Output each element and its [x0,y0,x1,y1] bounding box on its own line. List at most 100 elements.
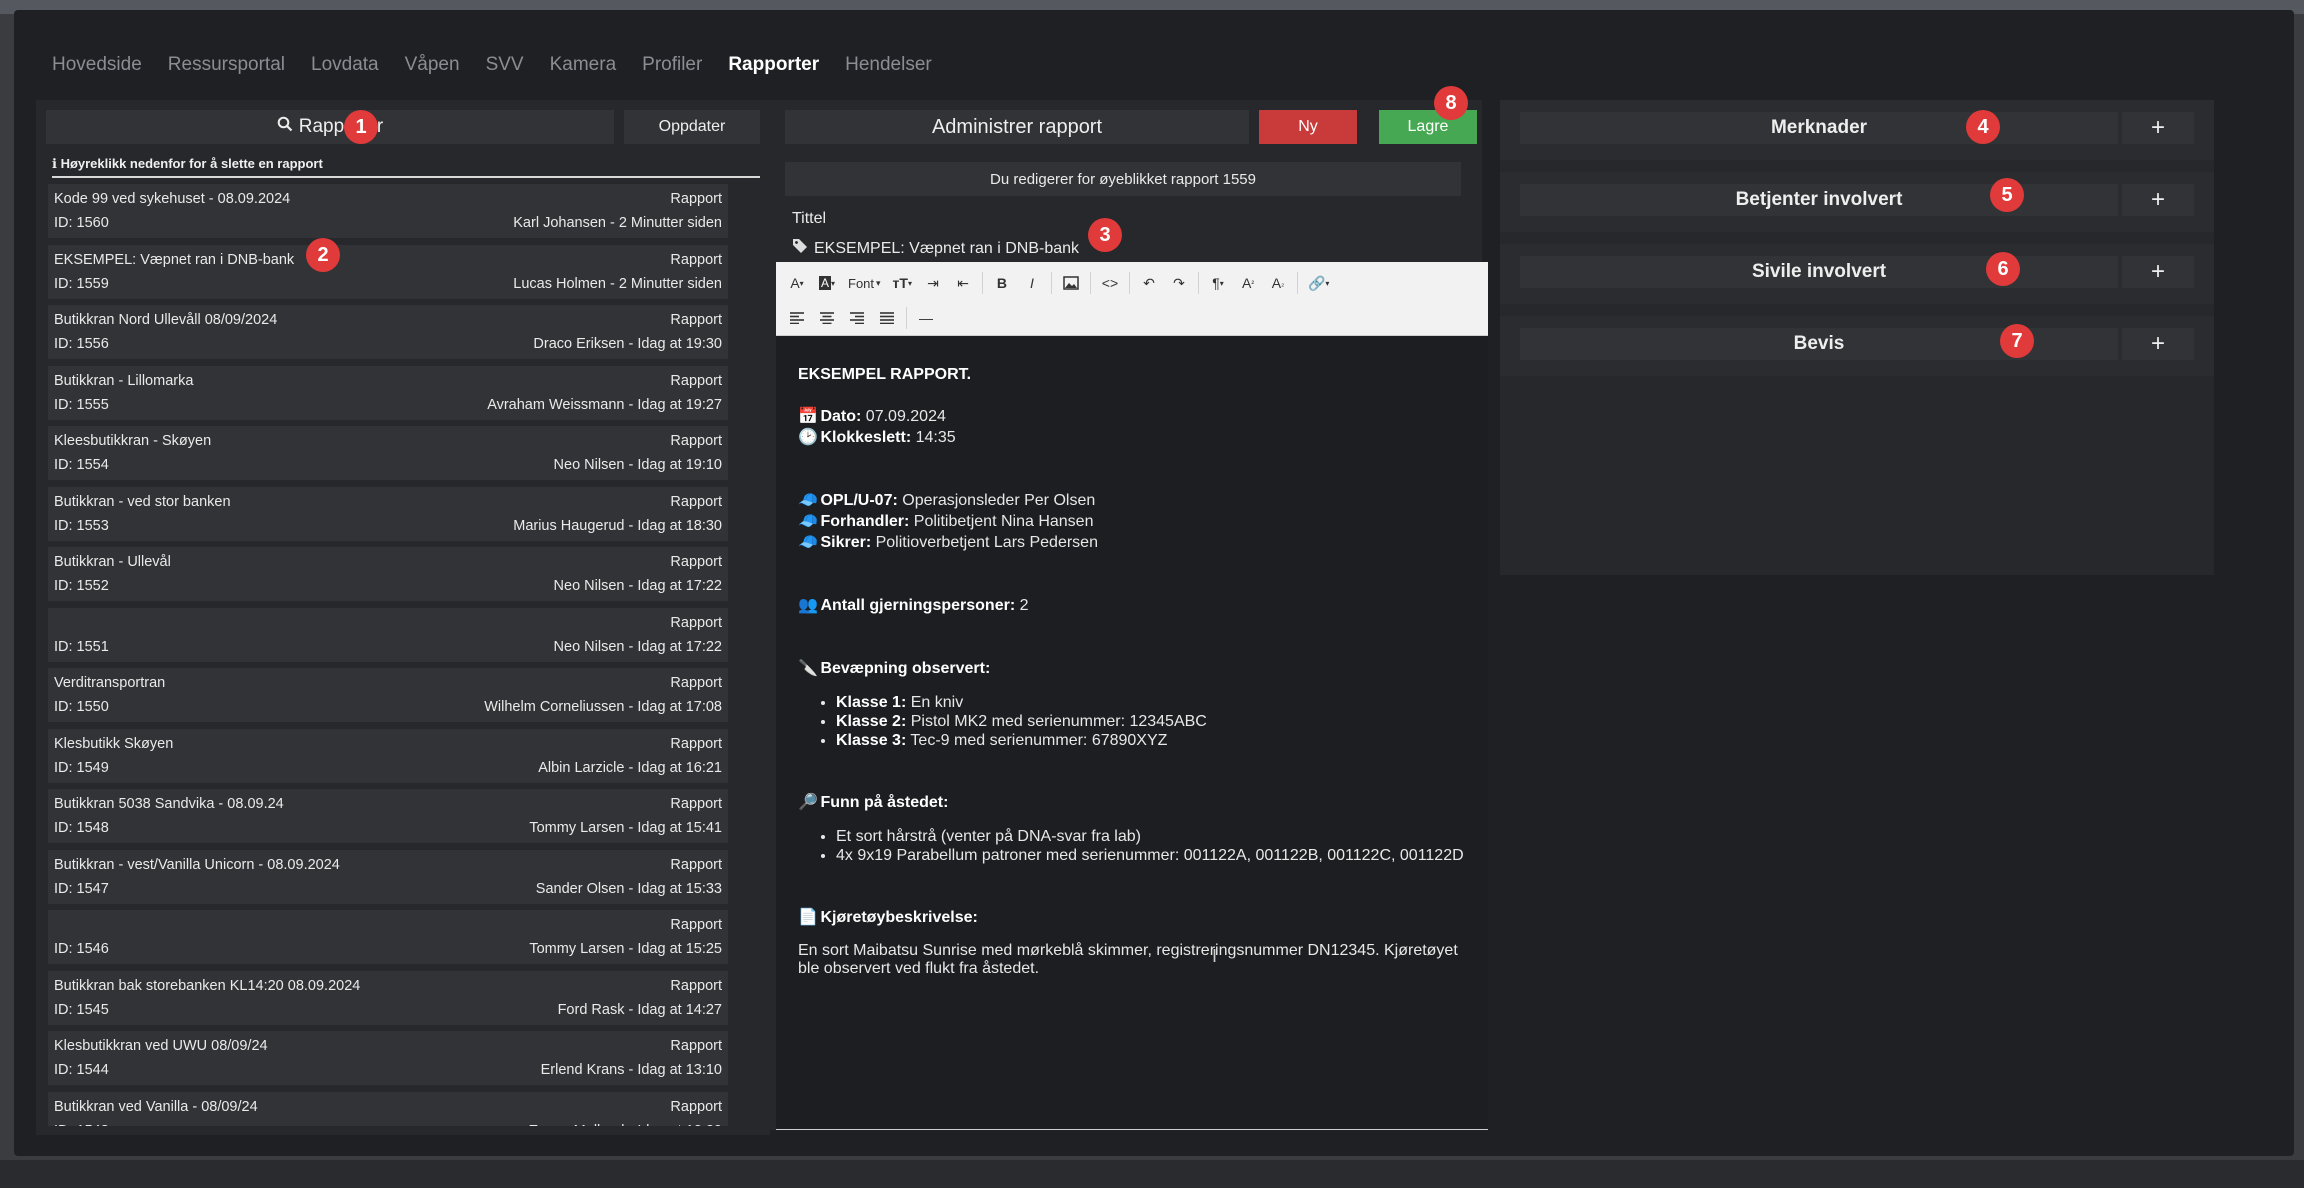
badge-6: 6 [1986,252,2020,286]
report-list-item[interactable]: Rapport ID: 1546 Tommy Larsen - Idag at 15… [48,910,728,964]
align-justify-icon[interactable] [872,303,902,333]
report-list-item[interactable]: Klesbutikkran ved UWU 08/09/24 Rapport ID:… [48,1031,728,1085]
badge-2: 2 [306,238,340,272]
bold-icon[interactable]: B [987,268,1017,298]
align-left-icon[interactable] [782,303,812,333]
list-item: 4x 9x19 Parabellum patroner med serienum… [836,846,1466,865]
align-right-icon[interactable] [842,303,872,333]
italic-icon[interactable]: I [1017,268,1047,298]
outdent-icon[interactable]: ⇤ [948,268,978,298]
reports-list-panel: Rapporter Oppdater ℹ Høyreklikk nedenfor… [36,100,770,1135]
section-merknader: Merknader + [1500,100,2214,160]
vehicle-heading: 📄 Kjøretøybeskrivelse: [798,909,978,926]
badge-8: 8 [1434,86,1468,120]
superscript-icon[interactable]: A² [1233,268,1263,298]
police-cap-icon: 🧢 [798,492,818,509]
report-list-item[interactable]: Rapport ID: 1551 Neo Nilsen - Idag at 17:2… [48,607,728,662]
tab-hovedside[interactable]: Hovedside [52,54,142,76]
horizontal-rule-icon[interactable]: — [911,303,941,333]
badge-1: 1 [344,110,378,144]
report-heading: EKSEMPEL RAPPORT. [798,366,972,383]
indent-icon[interactable]: ⇥ [918,268,948,298]
title-field[interactable]: EKSEMPEL: Væpnet ran i DNB-bank [792,238,1079,259]
report-id: ID: 1547 [54,880,109,897]
report-id: ID: 1548 [54,820,109,836]
link-icon[interactable]: 🔗 ▾ [1302,268,1335,298]
report-list-item[interactable]: Kode 99 ved sykehuset - 08.09.2024 Rappor… [48,184,728,238]
report-type: Rapport [670,251,722,268]
tab-lovdata[interactable]: Lovdata [311,54,379,76]
tab-profiler[interactable]: Profiler [642,54,702,76]
align-center-icon[interactable] [812,303,842,333]
undo-icon[interactable]: ↶ [1134,268,1164,298]
report-list-item[interactable]: Butikkran - vest/Vanilla Unicorn - 08.09… [48,849,728,904]
knife-icon: 🔪 [798,660,818,677]
report-id: ID: 1552 [54,578,109,594]
report-list-item[interactable]: EKSEMPEL: Væpnet ran i DNB-bank Rapport ID… [48,244,728,299]
report-search-bar[interactable]: Rapporter [46,110,614,144]
add-sivil-button[interactable]: + [2122,256,2194,288]
tab-vapen[interactable]: Våpen [405,54,460,76]
add-merknad-button[interactable]: + [2122,112,2194,144]
report-author-time: Lucas Holmen - 2 Minutter siden [513,275,722,292]
title-value: EKSEMPEL: Væpnet ran i DNB-bank [814,239,1080,257]
font-color-icon[interactable]: A ▾ [782,268,812,298]
editing-note: Du redigerer for øyeblikket rapport 1559 [785,162,1461,196]
report-author-time: Espen Molland - Idag at 12:29 [529,1123,722,1127]
report-list-item[interactable]: Butikkran ved Vanilla - 08/09/24 Rapport I… [48,1091,728,1127]
report-list-item[interactable]: Butikkran 5038 Sandvika - 08.09.24 Rappor… [48,789,728,843]
tab-svv[interactable]: SVV [486,54,524,76]
report-list-item[interactable]: Butikkran Nord Ullevåll 08/09/2024 Rappor… [48,305,728,359]
date-line: 📅 Dato: 07.09.2024 [798,408,946,425]
delete-hint: ℹ Høyreklikk nedenfor for å slette en ra… [52,156,760,178]
report-type: Rapport [670,372,722,389]
toolbar-row-2: — [782,300,941,336]
section-betjenter: Betjenter involvert + [1500,172,2214,232]
tag-icon [792,238,808,259]
highlight-icon[interactable]: A ▾ [812,268,842,298]
redo-icon[interactable]: ↷ [1164,268,1194,298]
font-dropdown[interactable]: Font ▾ [842,268,887,298]
font-size-icon[interactable]: ᴛT ▾ [887,268,918,298]
add-bevis-button[interactable]: + [2122,328,2194,360]
tab-rapporter[interactable]: Rapporter [728,54,819,76]
section-bevis: Bevis + [1500,316,2214,376]
report-list-item[interactable]: Butikkran - Ullevål Rapport ID: 1552 Neo Ni… [48,547,728,601]
report-list-item[interactable]: Butikkran - Lillomarka Rapport ID: 1555 Avr… [48,365,728,420]
add-betjent-button[interactable]: + [2122,184,2194,216]
toolbar-row-1: A ▾ A ▾ Font ▾ ᴛT ▾ ⇥ ⇤ B I <> ↶ ↷ ¶ ▾ A… [782,265,1335,301]
update-button[interactable]: Oppdater [624,110,760,144]
image-icon[interactable] [1056,268,1086,298]
paragraph-icon[interactable]: ¶ ▾ [1203,268,1233,298]
finds-heading: 🔎 Funn på åstedet: [798,794,949,811]
report-sidebar-panel: Merknader + Betjenter involvert + Sivile… [1500,100,2214,575]
tab-ressursportal[interactable]: Ressursportal [168,54,285,76]
report-type: Rapport [670,312,722,328]
report-id: ID: 1544 [54,1062,109,1078]
code-icon[interactable]: <> [1095,268,1125,298]
report-list-item[interactable]: Kleesbutikkran - Skøyen Rapport ID: 1554 Ne… [48,426,728,480]
report-title: Kleesbutikkran - Skøyen [54,433,212,449]
perpetrators-line: 👥 Antall gjerningspersoner: 2 [798,597,1029,614]
font-dropdown-label: Font [848,275,875,291]
tab-kamera[interactable]: Kamera [550,54,617,76]
report-list-item[interactable]: Klesbutikk Skøyen Rapport ID: 1549 Albin La… [48,728,728,783]
subscript-icon[interactable]: A₂ [1263,268,1293,298]
report-author-time: Draco Eriksen - Idag at 19:30 [533,336,722,352]
police-cap-icon: 🧢 [798,534,818,551]
report-list-item[interactable]: Butikkran bak storebanken KL14:20 08.09.… [48,970,728,1025]
finds-list: Et sort hårstrå (venter på DNA-svar fra … [836,827,1466,865]
report-title: Butikkran ved Vanilla - 08/09/24 [54,1098,258,1115]
new-report-button[interactable]: Ny [1259,110,1357,144]
delete-hint-text: Høyreklikk nedenfor for å slette en rapp… [60,156,323,171]
calendar-icon: 📅 [798,408,818,425]
top-nav: Hovedside Ressursportal Lovdata Våpen SV… [52,40,932,90]
tab-hendelser[interactable]: Hendelser [845,54,932,76]
report-body-editor[interactable]: EKSEMPEL RAPPORT. 📅 Dato: 07.09.2024 🕑 K… [776,336,1488,1130]
search-icon [277,116,293,138]
report-author-time: Erlend Krans - Idag at 13:10 [540,1062,722,1078]
report-list-item[interactable]: Verditransportran Rapport ID: 1550 Wilhelm … [48,668,728,722]
report-list-item[interactable]: Butikkran - ved stor banken Rapport ID: 15… [48,486,728,541]
toolbar-separator [1050,272,1052,294]
negotiator-line: 🧢 Forhandler: Politibetjent Nina Hansen [798,513,1094,530]
